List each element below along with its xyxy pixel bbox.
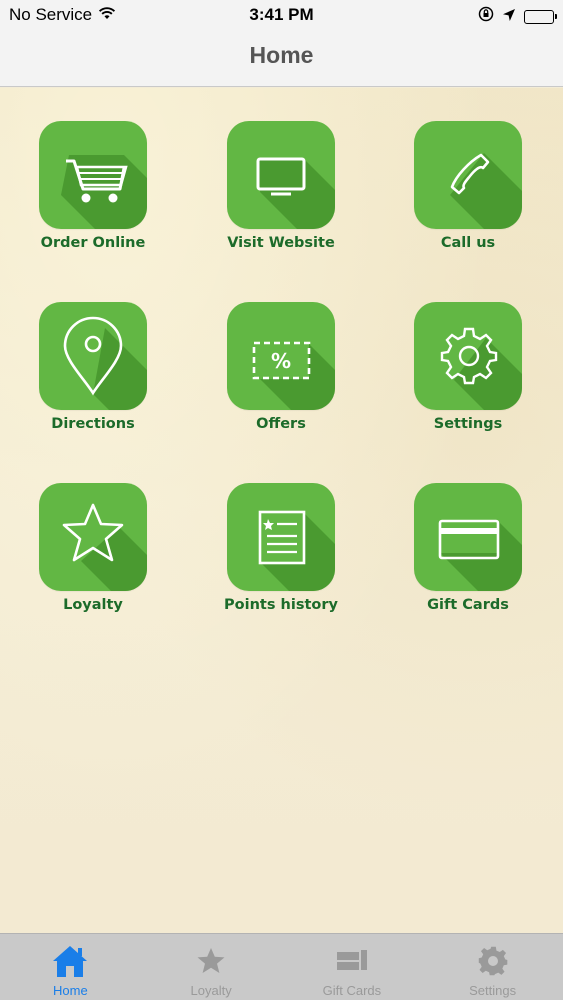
- tile-icon-box: [414, 302, 522, 410]
- svg-text:%: %: [271, 349, 291, 373]
- tab-label: Home: [53, 983, 88, 998]
- home-grid: Order Online Visit Website Call us Direc…: [0, 88, 563, 933]
- tile-label: Directions: [51, 416, 135, 432]
- location-icon: [502, 7, 516, 27]
- coupon-icon: %: [252, 341, 311, 380]
- phone-icon: [450, 153, 490, 195]
- page-title: Home: [249, 42, 314, 68]
- tile-label: Visit Website: [227, 235, 335, 251]
- tile-label: Order Online: [40, 235, 146, 251]
- home-icon: [50, 943, 90, 979]
- gift-cards-icon: [332, 943, 372, 979]
- tile-icon-box: [227, 483, 335, 591]
- battery-icon: [524, 9, 557, 24]
- tab-settings[interactable]: Settings: [422, 934, 563, 1000]
- tab-bar: Home Loyalty Gift Cards Settings: [0, 933, 563, 1000]
- tile-label: Call us: [440, 235, 496, 251]
- tile-settings[interactable]: Settings: [383, 302, 553, 452]
- tile-directions[interactable]: Directions: [8, 302, 178, 452]
- tile-visit-website[interactable]: Visit Website: [196, 121, 366, 271]
- monitor-icon: [256, 157, 306, 196]
- tile-gift-cards[interactable]: Gift Cards: [383, 483, 553, 633]
- tile-icon-box: [414, 121, 522, 229]
- tile-call-us[interactable]: Call us: [383, 121, 553, 271]
- tile-order-online[interactable]: Order Online: [8, 121, 178, 271]
- map-pin-icon: [63, 316, 123, 396]
- tile-icon-box: [39, 121, 147, 229]
- tab-label: Settings: [469, 983, 517, 998]
- tile-icon-box: [227, 121, 335, 229]
- tile-icon-box: [39, 483, 147, 591]
- credit-card-icon: [438, 519, 500, 560]
- gear-icon: [440, 327, 498, 385]
- tab-label: Gift Cards: [322, 983, 382, 998]
- tab-loyalty[interactable]: Loyalty: [141, 934, 282, 1000]
- tile-label: Loyalty: [63, 597, 123, 613]
- tab-home[interactable]: Home: [0, 934, 141, 1000]
- tile-loyalty[interactable]: Loyalty: [8, 483, 178, 633]
- tile-points-history[interactable]: Points history: [196, 483, 366, 633]
- star-icon: [62, 503, 124, 562]
- tab-label: Loyalty: [190, 983, 232, 998]
- top-bar: No Service 3:41 PM Home: [0, 0, 563, 87]
- tile-icon-box: [39, 302, 147, 410]
- gear-icon: [473, 943, 513, 979]
- tile-label: Points history: [224, 597, 338, 613]
- star-icon: [191, 943, 231, 979]
- status-right: [478, 6, 557, 27]
- tile-icon-box: %: [227, 302, 335, 410]
- tile-label: Settings: [433, 416, 503, 432]
- cart-icon: [66, 159, 128, 203]
- status-bar: No Service 3:41 PM: [0, 0, 563, 30]
- document-icon: [258, 510, 306, 565]
- tile-icon-box: [414, 483, 522, 591]
- orientation-lock-icon: [478, 6, 494, 27]
- tile-label: Offers: [256, 416, 306, 432]
- tile-label: Gift Cards: [427, 597, 509, 613]
- tab-gift-cards[interactable]: Gift Cards: [282, 934, 423, 1000]
- tile-offers[interactable]: % Offers: [196, 302, 366, 452]
